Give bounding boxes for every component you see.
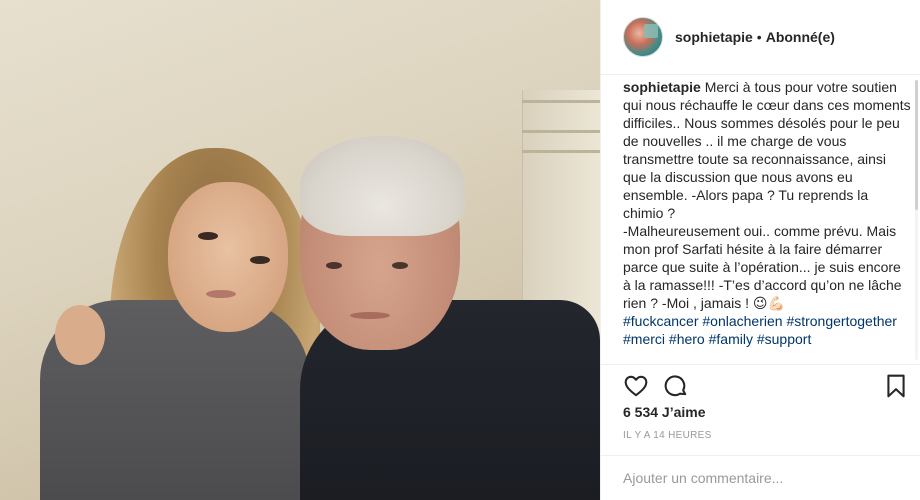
header-separator: • xyxy=(756,29,762,45)
caption-scrollbar-thumb[interactable] xyxy=(915,80,918,210)
hashtag-link[interactable]: #merci xyxy=(623,331,665,347)
stone-line xyxy=(522,150,600,153)
action-bar xyxy=(601,364,920,404)
post-side-panel: sophietapie • Abonné(e) sophietapie Merc… xyxy=(600,0,920,500)
post-caption: sophietapie Merci à tous pour votre sout… xyxy=(623,76,911,364)
stone-line xyxy=(522,130,600,133)
woman-face xyxy=(168,182,288,332)
caption-username[interactable]: sophietapie xyxy=(623,79,701,95)
woman-eye xyxy=(250,256,270,264)
hashtag-link[interactable]: #fuckcancer xyxy=(623,313,698,329)
caption-text: Merci à tous pour votre soutien qui nous… xyxy=(623,79,911,221)
hashtag-link[interactable]: #support xyxy=(757,331,811,347)
caption-text: -Malheureusement oui.. comme prévu. Mais… xyxy=(623,223,902,311)
hashtag-link[interactable]: #onlacherien xyxy=(702,313,782,329)
comment-section xyxy=(601,455,920,500)
woman-mouth xyxy=(206,290,236,298)
hashtag-link[interactable]: #hero xyxy=(669,331,705,347)
avatar[interactable] xyxy=(623,17,663,57)
comment-input[interactable] xyxy=(623,470,893,486)
avatar-detail xyxy=(644,24,658,38)
hashtag-link[interactable]: #family xyxy=(709,331,753,347)
heart-icon[interactable] xyxy=(623,373,649,399)
man-mouth xyxy=(350,312,390,319)
post-header: sophietapie • Abonné(e) xyxy=(601,0,920,75)
bookmark-icon[interactable] xyxy=(883,373,909,399)
post-timestamp[interactable]: IL Y A 14 HEURES xyxy=(623,430,712,441)
man-eye xyxy=(326,262,342,269)
header-username[interactable]: sophietapie xyxy=(675,29,753,45)
stone-line xyxy=(522,100,600,103)
man-hair xyxy=(300,136,465,236)
comment-bubble-icon[interactable] xyxy=(663,373,689,399)
post-photo[interactable] xyxy=(0,0,600,500)
follow-status-button[interactable]: Abonné(e) xyxy=(766,29,835,45)
likes-count[interactable]: 6 534 J’aime xyxy=(623,404,706,420)
hashtag-link[interactable]: #strongertogether xyxy=(786,313,897,329)
woman-eye xyxy=(198,232,218,240)
woman-shoulder xyxy=(55,305,105,365)
man-eye xyxy=(392,262,408,269)
